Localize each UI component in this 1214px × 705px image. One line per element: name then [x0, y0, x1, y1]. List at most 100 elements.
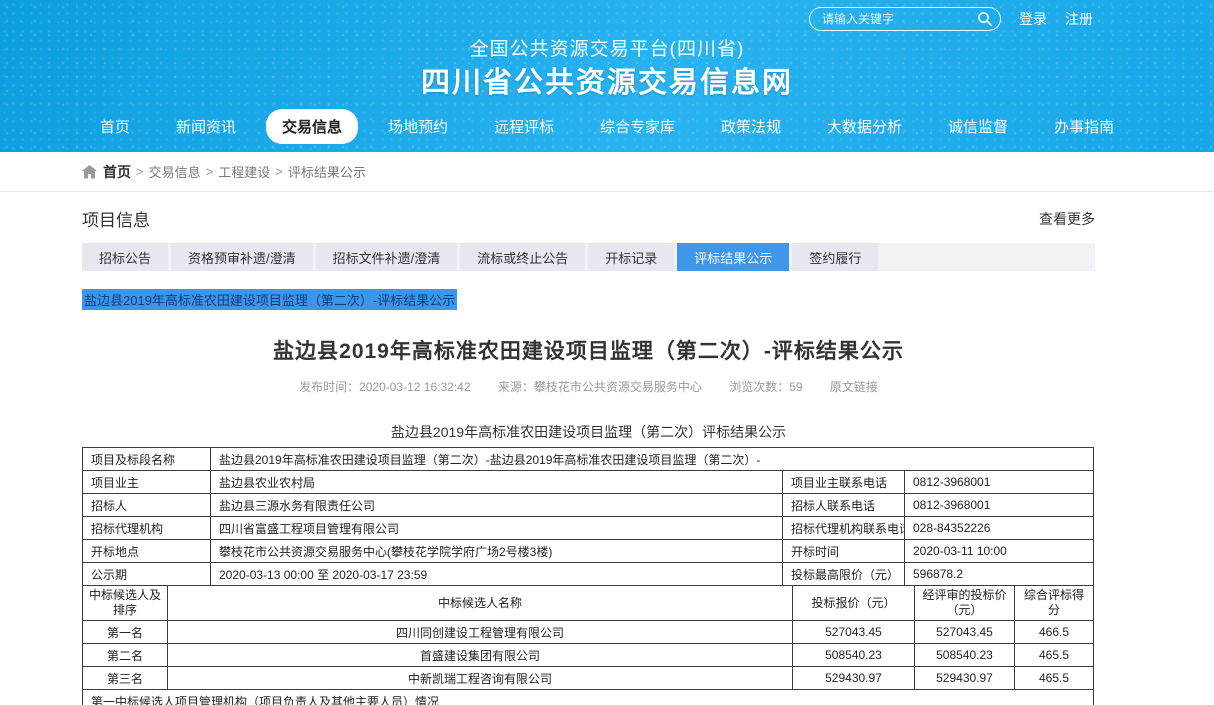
- table-row: 第一名 四川同创建设工程管理有限公司 527043.45 527043.45 4…: [83, 621, 1094, 644]
- breadcrumb-separator: >: [206, 164, 214, 179]
- row-label2: 开标时间: [783, 540, 905, 563]
- candidate-score: 466.5: [1015, 621, 1094, 644]
- row-label2: 投标最高限价（元）: [783, 563, 905, 586]
- candidate-bid: 527043.45: [793, 621, 915, 644]
- candidate-score: 465.5: [1015, 644, 1094, 667]
- result-table-title: 盐边县2019年高标准农田建设项目监理（第二次）评标结果公示: [82, 422, 1095, 442]
- nav-item-big-data[interactable]: 大数据分析: [811, 109, 918, 144]
- row-label: 项目及标段名称: [83, 448, 211, 471]
- breadcrumb-separator: >: [275, 164, 283, 179]
- row-label: 项目业主: [83, 471, 211, 494]
- row-label2: 招标人联系电话: [783, 494, 905, 517]
- row-value: 盐边县农业农村局: [211, 471, 783, 494]
- breadcrumb: 首页 > 交易信息 > 工程建设 > 评标结果公示: [82, 162, 366, 182]
- nav-item-policies[interactable]: 政策法规: [705, 109, 797, 144]
- candidate-name: 中新凯瑞工程咨询有限公司: [168, 667, 793, 690]
- table-row: 公示期 2020-03-13 00:00 至 2020-03-17 23:59 …: [83, 563, 1094, 586]
- table-row-partial: 第一中标候选人项目管理机构（项目负责人及其他主要人员）情况: [83, 690, 1094, 705]
- nav-item-venue-booking[interactable]: 场地预约: [372, 109, 464, 144]
- article-meta: 发布时间：2020-03-12 16:32:42 来源：攀枝花市公共资源交易服务…: [82, 378, 1095, 395]
- row-value2: 0812-3968001: [905, 471, 1094, 494]
- candidate-score: 465.5: [1015, 667, 1094, 690]
- row-value: 盐边县三源水务有限责任公司: [211, 494, 783, 517]
- search-icon[interactable]: [977, 11, 993, 27]
- row-label2: 项目业主联系电话: [783, 471, 905, 494]
- main-nav: 首页 新闻资讯 交易信息 场地预约 远程评标 综合专家库 政策法规 大数据分析 …: [0, 109, 1214, 144]
- col-header-rank: 中标候选人及排序: [83, 586, 168, 621]
- table-row: 第二名 首盛建设集团有限公司 508540.23 508540.23 465.5: [83, 644, 1094, 667]
- breadcrumb-result-publicity[interactable]: 评标结果公示: [288, 162, 366, 181]
- nav-item-trade-info[interactable]: 交易信息: [266, 109, 358, 144]
- register-link[interactable]: 注册: [1065, 9, 1093, 29]
- breadcrumb-engineering[interactable]: 工程建设: [218, 162, 270, 181]
- table-row: 第三名 中新凯瑞工程咨询有限公司 529430.97 529430.97 465…: [83, 667, 1094, 690]
- candidate-reviewed-bid: 529430.97: [915, 667, 1015, 690]
- partial-row-text: 第一中标候选人项目管理机构（项目负责人及其他主要人员）情况: [83, 690, 1094, 705]
- col-header-name: 中标候选人名称: [168, 586, 793, 621]
- candidate-name: 首盛建设集团有限公司: [168, 644, 793, 667]
- row-value2: 028-84352226: [905, 517, 1094, 540]
- candidates-table: 中标候选人及排序 中标候选人名称 投标报价（元） 经评审的投标价（元） 综合评标…: [82, 585, 1094, 705]
- login-link[interactable]: 登录: [1019, 9, 1047, 29]
- row-label: 招标代理机构: [83, 517, 211, 540]
- table-row: 项目业主 盐边县农业农村局 项目业主联系电话 0812-3968001: [83, 471, 1094, 494]
- row-value2: 596878.2: [905, 563, 1094, 586]
- breadcrumb-strip: 首页 > 交易信息 > 工程建设 > 评标结果公示: [0, 152, 1214, 192]
- tab-evaluation-result[interactable]: 评标结果公示: [677, 243, 789, 271]
- article-title: 盐边县2019年高标准农田建设项目监理（第二次）-评标结果公示: [82, 335, 1095, 365]
- nav-item-news[interactable]: 新闻资讯: [160, 109, 252, 144]
- candidate-reviewed-bid: 508540.23: [915, 644, 1015, 667]
- row-value2: 2020-03-11 10:00: [905, 540, 1094, 563]
- nav-item-home[interactable]: 首页: [84, 109, 146, 144]
- row-label: 公示期: [83, 563, 211, 586]
- tab-bid-doc-addendum[interactable]: 招标文件补遗/澄清: [316, 243, 458, 271]
- row-label2: 招标代理机构联系电话: [783, 517, 905, 540]
- site-subtitle: 全国公共资源交易平台(四川省): [0, 40, 1214, 59]
- row-label: 开标地点: [83, 540, 211, 563]
- see-more-link[interactable]: 查看更多: [1039, 209, 1095, 229]
- table-row: 开标地点 攀枝花市公共资源交易服务中心(攀枝花学院学府广场2号楼3楼) 开标时间…: [83, 540, 1094, 563]
- home-icon[interactable]: [82, 165, 97, 179]
- candidate-rank: 第二名: [83, 644, 168, 667]
- result-list-item-link[interactable]: 盐边县2019年高标准农田建设项目监理（第二次）-评标结果公示: [82, 289, 457, 310]
- topbar: 登录 注册: [809, 7, 1093, 31]
- tab-failed-terminated[interactable]: 流标或终止公告: [460, 243, 585, 271]
- candidate-name: 四川同创建设工程管理有限公司: [168, 621, 793, 644]
- project-info-table: 项目及标段名称 盐边县2019年高标准农田建设项目监理（第二次）-盐边县2019…: [82, 447, 1094, 586]
- publish-time: 发布时间：2020-03-12 16:32:42: [299, 380, 470, 394]
- table-row: 项目及标段名称 盐边县2019年高标准农田建设项目监理（第二次）-盐边县2019…: [83, 448, 1094, 471]
- site-title: 四川省公共资源交易信息网: [0, 69, 1214, 98]
- nav-item-integrity[interactable]: 诚信监督: [932, 109, 1024, 144]
- breadcrumb-separator: >: [136, 164, 144, 179]
- candidate-bid: 529430.97: [793, 667, 915, 690]
- row-value: 盐边县2019年高标准农田建设项目监理（第二次）-盐边县2019年高标准农田建设…: [211, 448, 1094, 471]
- site-header: 登录 注册 全国公共资源交易平台(四川省) 四川省公共资源交易信息网 首页 新闻…: [0, 0, 1214, 152]
- candidate-reviewed-bid: 527043.45: [915, 621, 1015, 644]
- row-value: 四川省富盛工程项目管理有限公司: [211, 517, 783, 540]
- col-header-score: 综合评标得分: [1015, 586, 1094, 621]
- section-head: 项目信息 查看更多: [82, 206, 1095, 231]
- tab-opening-record[interactable]: 开标记录: [588, 243, 674, 271]
- original-link[interactable]: 原文链接: [830, 380, 878, 394]
- breadcrumb-home[interactable]: 首页: [103, 162, 131, 182]
- table-row: 招标人 盐边县三源水务有限责任公司 招标人联系电话 0812-3968001: [83, 494, 1094, 517]
- table-header-row: 中标候选人及排序 中标候选人名称 投标报价（元） 经评审的投标价（元） 综合评标…: [83, 586, 1094, 621]
- row-value: 2020-03-13 00:00 至 2020-03-17 23:59: [211, 563, 783, 586]
- tab-bid-announcement[interactable]: 招标公告: [82, 243, 168, 271]
- content-container: 项目信息 查看更多 招标公告 资格预审补遗/澄清 招标文件补遗/澄清 流标或终止…: [82, 206, 1095, 705]
- search-input[interactable]: [822, 12, 977, 26]
- tab-contract-performance[interactable]: 签约履行: [792, 243, 878, 271]
- candidate-rank: 第一名: [83, 621, 168, 644]
- tab-prequalification-addendum[interactable]: 资格预审补遗/澄清: [171, 243, 313, 271]
- row-label: 招标人: [83, 494, 211, 517]
- search-box[interactable]: [809, 7, 1001, 31]
- candidate-rank: 第三名: [83, 667, 168, 690]
- view-count: 浏览次数：59: [729, 380, 802, 394]
- row-value2: 0812-3968001: [905, 494, 1094, 517]
- nav-item-guide[interactable]: 办事指南: [1038, 109, 1130, 144]
- table-row: 招标代理机构 四川省富盛工程项目管理有限公司 招标代理机构联系电话 028-84…: [83, 517, 1094, 540]
- nav-item-remote-evaluation[interactable]: 远程评标: [478, 109, 570, 144]
- col-header-bid: 投标报价（元）: [793, 586, 915, 621]
- breadcrumb-trade-info[interactable]: 交易信息: [149, 162, 201, 181]
- nav-item-expert-pool[interactable]: 综合专家库: [584, 109, 691, 144]
